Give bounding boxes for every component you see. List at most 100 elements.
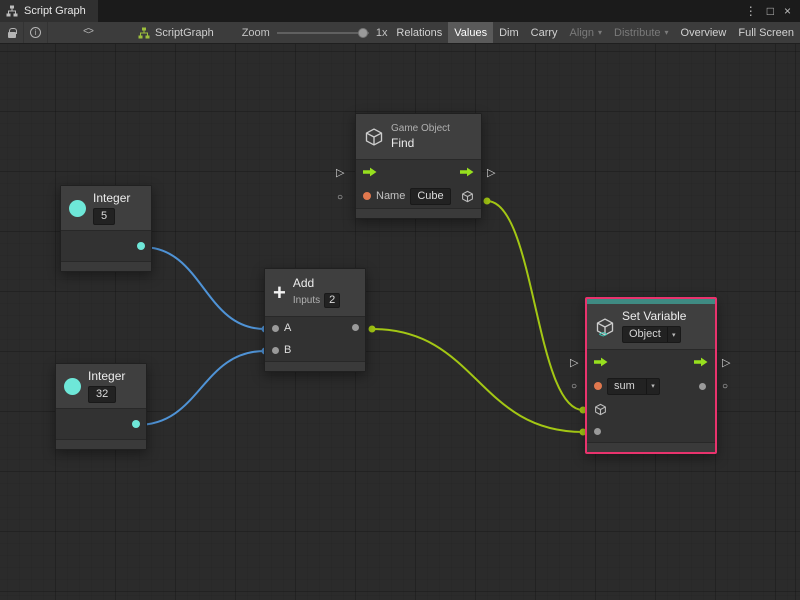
set-variable-name-row: sum ▾ [587, 374, 715, 398]
set-variable-flow-in-port[interactable]: ▷ [570, 357, 578, 369]
inputs-label: Inputs [293, 295, 320, 306]
code-icon: <> [83, 27, 93, 38]
variable-scope-dropdown[interactable]: Object ▾ [622, 326, 681, 343]
add-input-a-port[interactable] [272, 325, 279, 332]
add-input-b-row: B [265, 339, 365, 361]
flow-out-arrow-icon[interactable] [694, 357, 708, 367]
toolbar-button-relations[interactable]: Relations [390, 22, 448, 43]
set-variable-flow-out-port[interactable]: ▷ [722, 357, 730, 369]
graph-canvas[interactable]: Integer 5 Integer 32 [0, 44, 800, 600]
toolbar-toggle-group: Relations Values Dim Carry Align ▾ Distr… [390, 22, 800, 43]
find-name-value-field[interactable]: Cube [410, 188, 450, 205]
integer-value-field[interactable]: 5 [93, 208, 115, 225]
inputs-count-field[interactable]: 2 [324, 293, 340, 308]
zoom-label: Zoom [242, 27, 270, 39]
flow-in-arrow-icon[interactable] [594, 357, 608, 367]
node-integer-a-header: Integer 5 [61, 186, 151, 231]
node-title: Add [293, 277, 340, 290]
find-flow-row [356, 160, 481, 184]
variable-name-value: sum [608, 379, 646, 394]
variable-name-dropdown[interactable]: sum ▾ [607, 378, 660, 395]
menu-icon[interactable]: ⋮ [745, 5, 757, 17]
add-input-b-label: B [284, 344, 291, 356]
chevron-down-icon: ▾ [665, 28, 669, 37]
toolbar-button-carry[interactable]: Carry [525, 22, 564, 43]
node-title: Integer [88, 370, 125, 383]
node-integer-b[interactable]: Integer 32 [55, 363, 147, 450]
node-find-header: Game Object Find [356, 114, 481, 160]
script-graph-icon [138, 27, 150, 39]
toolbar-button-values[interactable]: Values [448, 22, 493, 43]
find-name-row: Name Cube [356, 184, 481, 208]
set-variable-output-external-port[interactable]: ○ [722, 381, 728, 393]
integer-type-icon [69, 200, 86, 217]
add-input-a-label: A [284, 322, 291, 334]
zoom-slider-handle[interactable] [358, 28, 368, 38]
value-input-port[interactable] [594, 428, 601, 435]
object-input-port-icon[interactable] [594, 403, 607, 416]
find-name-input-port[interactable] [363, 192, 371, 200]
wire-endpoint-add-output[interactable] [369, 326, 376, 333]
graph-asset-breadcrumb[interactable]: ScriptGraph [132, 22, 220, 43]
integer-b-output-row [56, 409, 146, 439]
tab-script-graph[interactable]: Script Graph [0, 0, 98, 22]
find-name-external-port[interactable]: ○ [337, 192, 343, 204]
add-icon: + [273, 283, 286, 303]
info-icon: i [30, 27, 41, 38]
node-footer [56, 439, 146, 449]
toolbar-button-distribute: Distribute ▾ [608, 22, 674, 43]
wire-find-output-to-set-variable-object-input[interactable] [487, 201, 583, 410]
chevron-down-icon: ▾ [667, 327, 680, 342]
find-flow-out-port[interactable]: ▷ [487, 167, 495, 179]
flow-in-arrow-icon[interactable] [363, 167, 377, 177]
toolbar-button-dim[interactable]: Dim [493, 22, 525, 43]
scope-value: Object [623, 327, 667, 342]
node-footer [356, 208, 481, 218]
lock-button[interactable] [0, 22, 24, 43]
wire-integer-b-output-to-add-input-b[interactable] [137, 351, 265, 425]
integer-type-icon [64, 378, 81, 395]
node-title: Set Variable [622, 310, 686, 323]
set-variable-output-port[interactable] [699, 383, 706, 390]
add-output-port[interactable] [352, 324, 359, 331]
lock-icon [8, 32, 16, 38]
integer-b-output-port[interactable] [132, 420, 140, 428]
graph-icon [6, 5, 18, 17]
find-flow-in-port[interactable]: ▷ [336, 167, 344, 179]
chevron-down-icon: ▾ [598, 28, 602, 37]
node-category: Game Object [391, 123, 450, 134]
toolbar-button-align: Align ▾ [564, 22, 608, 43]
wire-add-output-to-set-variable-value-input[interactable] [372, 329, 583, 432]
angle-brackets-icon: <> [599, 330, 606, 339]
set-variable-object-row [587, 398, 715, 420]
wire-integer-a-output-to-add-input-a[interactable] [142, 247, 265, 329]
integer-value-field[interactable]: 32 [88, 386, 116, 403]
add-input-b-port[interactable] [272, 347, 279, 354]
distribute-label: Distribute [614, 27, 660, 39]
integer-a-output-row [61, 231, 151, 261]
wire-endpoint-find-output[interactable] [484, 198, 491, 205]
add-input-a-row: A [265, 317, 365, 339]
node-integer-b-header: Integer 32 [56, 364, 146, 409]
edit-source-button[interactable]: <> [76, 22, 100, 43]
integer-a-output-port[interactable] [137, 242, 145, 250]
toolbar-button-fullscreen[interactable]: Full Screen [732, 22, 800, 43]
node-set-variable-header: <> Set Variable Object ▾ [587, 304, 715, 350]
node-set-variable[interactable]: <> Set Variable Object ▾ sum ▾ [585, 297, 717, 454]
flow-out-arrow-icon[interactable] [460, 167, 474, 177]
node-add[interactable]: + Add Inputs 2 A B [264, 268, 366, 372]
find-result-port-icon[interactable] [461, 190, 474, 203]
set-variable-name-external-port[interactable]: ○ [571, 381, 577, 393]
node-integer-a[interactable]: Integer 5 [60, 185, 152, 272]
variable-name-input-port[interactable] [594, 382, 602, 390]
node-find[interactable]: Game Object Find Name Cube [355, 113, 482, 219]
info-button[interactable]: i [24, 22, 48, 43]
node-title: Integer [93, 192, 130, 205]
zoom-slider[interactable] [277, 32, 369, 34]
toolbar-button-overview[interactable]: Overview [675, 22, 733, 43]
node-footer [587, 442, 715, 452]
close-icon[interactable]: × [784, 5, 791, 17]
node-add-header: + Add Inputs 2 [265, 269, 365, 317]
maximize-icon[interactable]: □ [767, 5, 774, 17]
graph-asset-name: ScriptGraph [155, 27, 214, 39]
